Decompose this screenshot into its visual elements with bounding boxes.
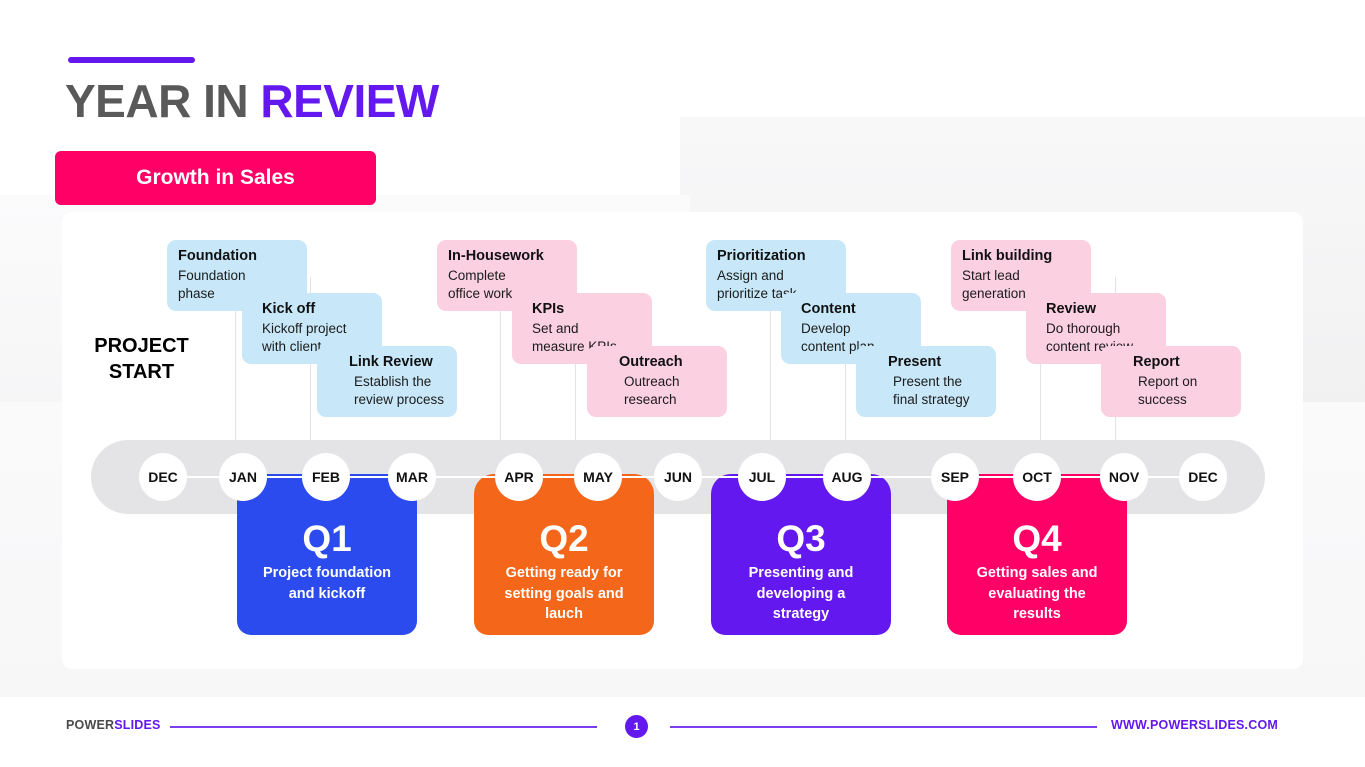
page-title-plain: YEAR IN <box>65 75 261 127</box>
month-connector <box>350 476 388 478</box>
footer-divider-left <box>170 726 597 728</box>
footer-url: WWW.POWERSLIDES.COM <box>1111 718 1278 732</box>
quarter-label: Q4 <box>1012 518 1062 559</box>
month-node-apr-4[interactable]: APR <box>495 453 543 501</box>
milestone-title: Prioritization <box>717 248 806 264</box>
month-node-may-5[interactable]: MAY <box>574 453 622 501</box>
quarter-description: Presenting and developing a strategy <box>748 565 854 622</box>
month-node-jul-7[interactable]: JUL <box>738 453 786 501</box>
subtitle-badge: Growth in Sales <box>55 151 376 205</box>
month-connector <box>267 476 302 478</box>
milestone-title: KPIs <box>532 301 565 317</box>
month-connector <box>1061 476 1100 478</box>
month-node-feb-2[interactable]: FEB <box>302 453 350 501</box>
milestone-title: Review <box>1046 301 1096 317</box>
month-node-dec-12[interactable]: DEC <box>1179 453 1227 501</box>
month-connector <box>871 476 931 478</box>
milestone-card[interactable]: Outreach Outreach research <box>587 346 727 417</box>
quarter-description: Getting ready for setting goals and lauch <box>504 565 624 622</box>
milestone-title: Content <box>801 301 856 317</box>
month-node-dec-0[interactable]: DEC <box>139 453 187 501</box>
month-connector <box>979 476 1013 478</box>
milestone-description: Present the final strategy <box>893 374 970 407</box>
milestone-title: Report <box>1133 354 1180 370</box>
month-node-oct-10[interactable]: OCT <box>1013 453 1061 501</box>
project-start-label: PROJECT START <box>84 333 199 385</box>
title-accent-bar <box>68 57 195 63</box>
footer-logo: POWERSLIDES <box>66 718 161 732</box>
milestone-title: Present <box>888 354 942 370</box>
month-node-jun-6[interactable]: JUN <box>654 453 702 501</box>
month-connector <box>702 476 738 478</box>
month-node-sep-9[interactable]: SEP <box>931 453 979 501</box>
quarter-box-q1[interactable]: Q1 Project foundation and kickoff <box>237 497 417 635</box>
month-node-jan-1[interactable]: JAN <box>219 453 267 501</box>
month-node-aug-8[interactable]: AUG <box>823 453 871 501</box>
milestone-description: Establish the review process <box>354 374 445 407</box>
footer-logo-part1: POWER <box>66 718 115 732</box>
quarter-box-q2[interactable]: Q2 Getting ready for setting goals and lauc… <box>474 497 654 635</box>
month-connector <box>187 476 219 478</box>
milestone-card[interactable]: Link Review Establish the review process <box>317 346 457 417</box>
milestone-card[interactable]: Report Report on success <box>1101 346 1241 417</box>
quarter-description: Getting sales and evaluating the results <box>976 565 1098 622</box>
milestone-title: Foundation <box>178 248 257 264</box>
milestone-title: Kick off <box>262 301 316 317</box>
milestone-card[interactable]: Present Present the final strategy <box>856 346 996 417</box>
milestone-description: Outreach research <box>624 374 680 407</box>
month-node-mar-3[interactable]: MAR <box>388 453 436 501</box>
month-connector <box>543 476 574 478</box>
quarter-description: Project foundation and kickoff <box>262 565 392 602</box>
month-connector <box>622 476 654 478</box>
month-connector <box>1148 476 1179 478</box>
quarter-label: Q3 <box>776 518 826 559</box>
page-number-badge: 1 <box>625 715 648 738</box>
footer-logo-part2: SLIDES <box>114 718 161 732</box>
quarter-box-q4[interactable]: Q4 Getting sales and evaluating the results <box>947 497 1127 635</box>
month-node-nov-11[interactable]: NOV <box>1100 453 1148 501</box>
milestone-title: Link building <box>962 248 1053 264</box>
quarter-label: Q2 <box>539 518 589 559</box>
month-connector <box>786 476 823 478</box>
milestone-title: Outreach <box>619 354 683 370</box>
quarter-label: Q1 <box>302 518 352 559</box>
page-title-highlight: REVIEW <box>260 75 439 127</box>
footer-divider-right <box>670 726 1097 728</box>
quarter-box-q3[interactable]: Q3 Presenting and developing a strategy <box>711 497 891 635</box>
milestone-title: Link Review <box>349 354 433 370</box>
page-title: YEAR IN REVIEW <box>65 74 439 128</box>
subtitle-label: Growth in Sales <box>136 166 295 189</box>
milestone-description: Report on success <box>1138 374 1198 407</box>
month-connector <box>436 476 495 478</box>
project-start-line1: PROJECT <box>94 335 189 357</box>
milestone-title: In-Housework <box>448 248 544 264</box>
project-start-line2: START <box>108 361 175 383</box>
